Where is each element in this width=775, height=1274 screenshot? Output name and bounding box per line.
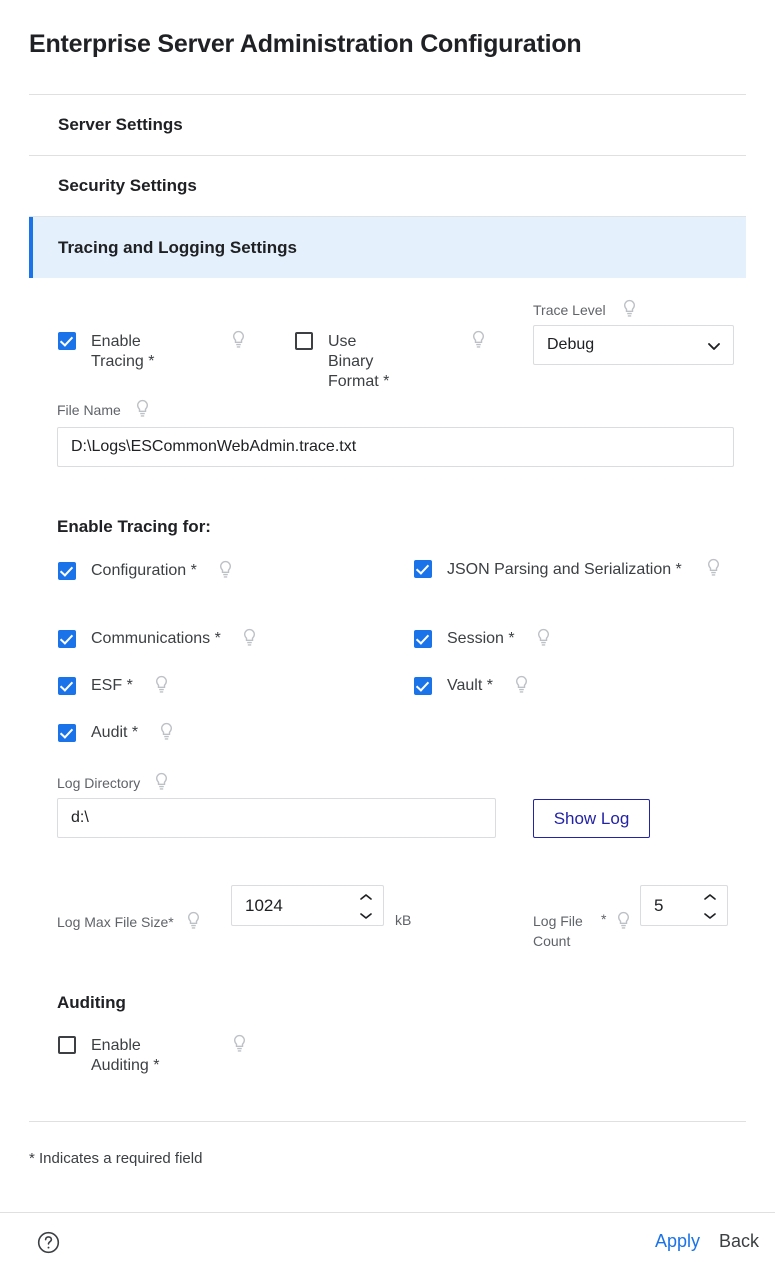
stepper-arrows[interactable] (703, 893, 717, 920)
enable-auditing-label: Enable Auditing * (91, 1036, 199, 1076)
hint-bulb-icon[interactable] (242, 628, 257, 649)
trace-target-esf-row: ESF * (58, 675, 169, 696)
trace-target-session-checkbox[interactable] (414, 630, 432, 648)
hint-bulb-icon[interactable] (154, 772, 169, 793)
trace-target-communications-checkbox[interactable] (58, 630, 76, 648)
hint-bulb-icon[interactable] (135, 399, 150, 420)
trace-level-value: Debug (547, 336, 594, 354)
section-divider (29, 1121, 746, 1122)
trace-target-label: Configuration * (91, 561, 197, 581)
back-button[interactable]: Back (719, 1231, 759, 1252)
trace-target-label: Communications * (91, 629, 221, 649)
accordion-item-security-settings[interactable]: Security Settings (29, 155, 746, 216)
log-max-file-size-unit: kB (395, 912, 411, 928)
trace-target-label: Audit * (91, 723, 138, 743)
trace-level-select[interactable]: Debug (533, 325, 734, 365)
file-name-value: D:\Logs\ESCommonWebAdmin.trace.txt (71, 438, 356, 456)
accordion-label: Server Settings (29, 115, 183, 135)
log-directory-input[interactable]: d:\ (57, 798, 496, 838)
use-binary-format-row: Use Binary Format * (295, 332, 425, 392)
trace-target-configuration-checkbox[interactable] (58, 562, 76, 580)
trace-target-communications-row: Communications * (58, 628, 257, 649)
trace-target-vault-checkbox[interactable] (414, 677, 432, 695)
stepper-up-icon (703, 893, 717, 901)
hint-bulb-icon[interactable] (514, 675, 529, 696)
use-binary-format-checkbox[interactable] (295, 332, 313, 350)
hint-bulb-icon[interactable] (622, 299, 637, 320)
trace-target-session-row: Session * (414, 628, 551, 649)
trace-target-json-parsing-row: JSON Parsing and Serialization * (414, 560, 704, 580)
enable-tracing-checkbox[interactable] (58, 332, 76, 350)
auditing-heading: Auditing (57, 993, 126, 1013)
hint-bulb-icon[interactable] (471, 330, 486, 351)
log-file-count-label: Log File Count (533, 911, 591, 951)
log-file-count-stepper[interactable]: 5 (640, 885, 728, 926)
stepper-arrows[interactable] (359, 893, 373, 920)
log-file-count-value: 5 (654, 896, 663, 916)
hint-bulb-icon[interactable] (706, 558, 721, 579)
trace-target-audit-checkbox[interactable] (58, 724, 76, 742)
accordion-label: Tracing and Logging Settings (29, 238, 297, 258)
hint-bulb-icon[interactable] (232, 1034, 247, 1055)
file-name-input[interactable]: D:\Logs\ESCommonWebAdmin.trace.txt (57, 427, 734, 467)
settings-accordion: Server Settings Security Settings Tracin… (29, 94, 746, 278)
enable-tracing-for-heading: Enable Tracing for: (57, 517, 211, 537)
trace-level-label: Trace Level (533, 302, 606, 318)
hint-bulb-icon[interactable] (154, 675, 169, 696)
trace-level-select-wrap: Debug (533, 325, 734, 365)
log-file-count-label-row: Log File Count * (533, 911, 631, 951)
hint-bulb-icon[interactable] (616, 911, 631, 932)
hint-bulb-icon[interactable] (218, 560, 233, 581)
log-max-file-size-label-row: Log Max File Size* (57, 911, 201, 932)
log-max-file-size-stepper[interactable]: 1024 (231, 885, 384, 926)
enable-auditing-checkbox[interactable] (58, 1036, 76, 1054)
stepper-down-icon (703, 912, 717, 920)
enable-tracing-row: Enable Tracing * (58, 332, 238, 372)
use-binary-format-label: Use Binary Format * (328, 332, 406, 392)
hint-bulb-icon[interactable] (159, 722, 174, 743)
hint-bulb-icon[interactable] (186, 911, 201, 932)
trace-target-esf-checkbox[interactable] (58, 677, 76, 695)
log-max-file-size-value: 1024 (245, 896, 283, 916)
chevron-down-icon (707, 339, 721, 353)
accordion-item-server-settings[interactable]: Server Settings (29, 94, 746, 155)
page-title: Enterprise Server Administration Configu… (29, 30, 581, 59)
file-name-label-row: File Name (57, 399, 150, 420)
apply-button[interactable]: Apply (655, 1231, 700, 1252)
stepper-up-icon (359, 893, 373, 901)
trace-target-json-parsing-checkbox[interactable] (414, 560, 432, 578)
log-file-count-required-mark: * (601, 911, 606, 927)
trace-target-configuration-row: Configuration * (58, 560, 233, 581)
log-directory-value: d:\ (71, 809, 89, 827)
required-field-note: * Indicates a required field (29, 1150, 202, 1167)
show-log-button[interactable]: Show Log (533, 799, 650, 838)
log-max-file-size-label: Log Max File Size* (57, 914, 174, 930)
help-circle-icon[interactable] (37, 1231, 60, 1254)
hint-bulb-icon[interactable] (536, 628, 551, 649)
hint-bulb-icon[interactable] (231, 330, 246, 351)
trace-target-label: ESF * (91, 676, 133, 696)
file-name-label: File Name (57, 402, 121, 418)
accordion-label: Security Settings (29, 176, 197, 196)
enable-tracing-label: Enable Tracing * (91, 332, 191, 372)
log-directory-label: Log Directory (57, 775, 140, 791)
enable-auditing-row: Enable Auditing * (58, 1036, 238, 1076)
trace-target-audit-row: Audit * (58, 722, 174, 743)
trace-level-label-row: Trace Level (533, 299, 637, 320)
trace-target-vault-row: Vault * (414, 675, 529, 696)
accordion-item-tracing-and-logging-settings[interactable]: Tracing and Logging Settings (29, 216, 746, 278)
stepper-down-icon (359, 912, 373, 920)
trace-target-label: Session * (447, 629, 515, 649)
configuration-page: Enterprise Server Administration Configu… (0, 0, 775, 1274)
trace-target-label: JSON Parsing and Serialization * (447, 560, 682, 580)
trace-target-label: Vault * (447, 676, 493, 696)
log-directory-label-row: Log Directory (57, 772, 169, 793)
